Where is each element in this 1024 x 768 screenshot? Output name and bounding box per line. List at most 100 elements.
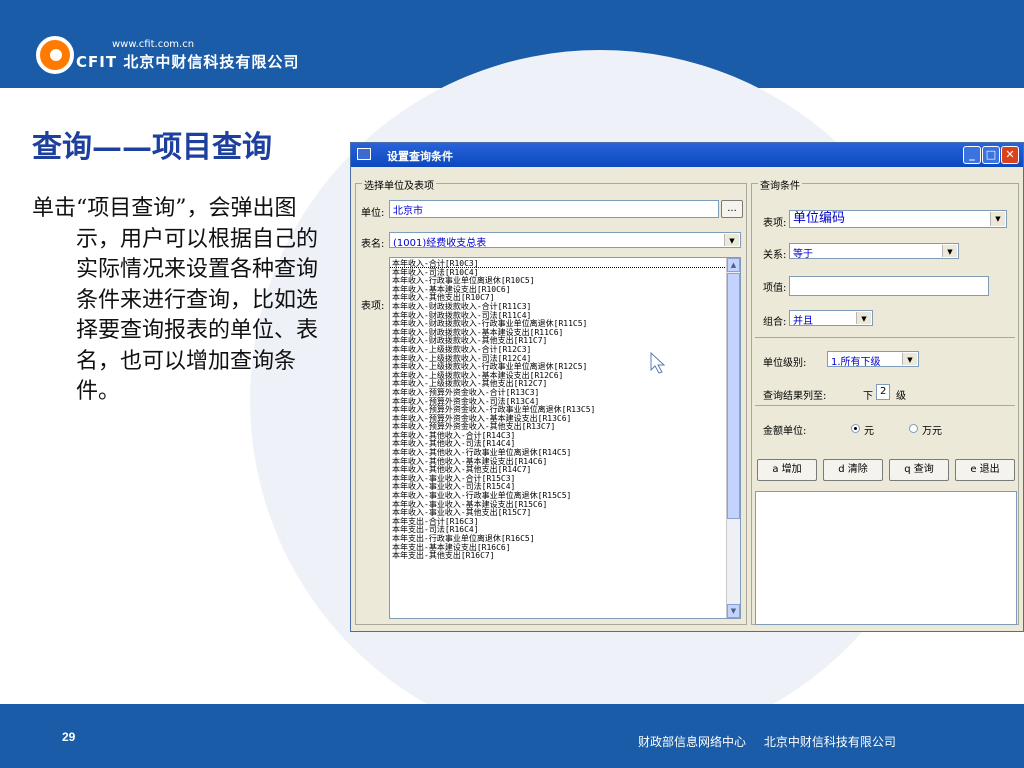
list-item[interactable]: 本年收入-上级拨款收入-其他支出[R12C7]	[390, 378, 740, 388]
unit-browse-button[interactable]: ...	[721, 200, 743, 218]
list-item[interactable]: 本年支出-基本建设支出[R16C6]	[390, 542, 740, 552]
list-item[interactable]: 本年收入-其他收入-行政事业单位离退休[R14C5]	[390, 447, 740, 457]
list-item[interactable]: 本年收入-上级拨款收入-行政事业单位离退休[R12C5]	[390, 361, 740, 371]
list-item[interactable]: 本年收入-上级拨款收入-司法[R12C4]	[390, 353, 740, 363]
minimize-button[interactable]: _	[963, 146, 981, 164]
list-item[interactable]: 本年收入-预算外资金收入-基本建设支出[R13C6]	[390, 413, 740, 423]
list-item[interactable]: 本年收入-合计[R10C3]	[390, 258, 740, 268]
list-item[interactable]: 本年收入-财政拨款收入-其他支出[R11C7]	[390, 335, 740, 345]
list-item[interactable]: 本年支出-行政事业单位离退休[R16C5]	[390, 533, 740, 543]
window-icon	[357, 148, 371, 160]
result-label: 查询结果列至:	[763, 391, 827, 402]
list-item[interactable]: 本年收入-财政拨款收入-合计[R11C3]	[390, 301, 740, 311]
result-level-input[interactable]: 2	[876, 384, 890, 400]
list-item[interactable]: 本年收入-事业收入-其他支出[R15C7]	[390, 507, 740, 517]
conditions-group-label: 查询条件	[758, 177, 802, 192]
unit-table-group-label: 选择单位及表项	[362, 177, 436, 192]
list-item[interactable]: 本年收入-事业收入-行政事业单位离退休[R15C5]	[390, 490, 740, 500]
unit-field[interactable]: 北京市	[389, 200, 719, 218]
value-input[interactable]	[789, 276, 989, 296]
table-label: 表名:	[361, 239, 385, 250]
relation-label: 关系:	[763, 250, 787, 261]
dialog-titlebar[interactable]: 设置查询条件 _ □ ✕	[351, 143, 1023, 167]
maximize-button[interactable]: □	[982, 146, 1000, 164]
list-item[interactable]: 本年收入-事业收入-司法[R15C4]	[390, 481, 740, 491]
list-item[interactable]: 本年支出-合计[R16C3]	[390, 516, 740, 526]
chevron-down-icon[interactable]: ▼	[990, 212, 1005, 226]
items-list: 本年收入-合计[R10C3] 本年收入-司法[R10C4] 本年收入-行政事业单位离…	[390, 258, 740, 560]
money-unit-label: 金额单位:	[763, 426, 807, 437]
dialog-title: 设置查询条件	[387, 150, 453, 163]
level-label: 单位级别:	[763, 358, 807, 369]
body-paragraph: 单击“项目查询”，会弹出图示，用户可以根据自己的实际情况来设置各种查询条件来进行…	[32, 196, 319, 405]
chevron-down-icon[interactable]: ▼	[942, 245, 957, 257]
radio-yuan[interactable]	[851, 424, 860, 433]
add-button[interactable]: a 增加	[757, 459, 817, 481]
combine-label: 组合:	[763, 317, 787, 328]
chevron-down-icon[interactable]: ▼	[856, 312, 871, 324]
table-select-value: (1001)经费收支总表	[393, 238, 487, 248]
divider	[755, 337, 1015, 338]
chevron-down-icon[interactable]: ▼	[902, 353, 917, 365]
relation-select[interactable]: 等于 ▼	[789, 243, 959, 259]
logo-mark: CFIT	[76, 53, 118, 71]
list-item[interactable]: 本年收入-其他支出[R10C7]	[390, 292, 740, 302]
footer-org2: 北京中财信科技有限公司	[763, 735, 896, 749]
list-item[interactable]: 本年收入-预算外资金收入-行政事业单位离退休[R13C5]	[390, 404, 740, 414]
scroll-thumb[interactable]	[727, 273, 740, 519]
level-select-value: 1.所有下级	[831, 357, 881, 367]
chevron-down-icon[interactable]: ▼	[724, 234, 739, 246]
exit-button[interactable]: e 退出	[955, 459, 1015, 481]
company-name: CFIT 北京中财信科技有限公司	[76, 51, 299, 72]
scroll-down-icon[interactable]: ▼	[727, 604, 740, 618]
list-item[interactable]: 本年收入-其他收入-其他支出[R14C7]	[390, 464, 740, 474]
footer-org1: 财政部信息网络中心	[638, 735, 747, 749]
relation-select-value: 等于	[793, 249, 813, 259]
items-listbox[interactable]: 本年收入-合计[R10C3] 本年收入-司法[R10C4] 本年收入-行政事业单位离…	[389, 257, 741, 619]
mouse-cursor-icon	[650, 352, 666, 374]
page-number: 29	[62, 730, 76, 744]
list-item[interactable]: 本年收入-其他收入-合计[R14C3]	[390, 430, 740, 440]
slide-body: 单击“项目查询”，会弹出图示，用户可以根据自己的实际情况来设置各种查询条件来进行…	[32, 194, 334, 408]
list-item[interactable]: 本年支出-司法[R16C4]	[390, 524, 740, 534]
radio-yuan-label: 元	[864, 426, 874, 437]
item-select[interactable]: 单位编码 ▼	[789, 210, 1007, 228]
list-item[interactable]: 本年收入-财政拨款收入-司法[R11C4]	[390, 310, 740, 320]
list-item[interactable]: 本年收入-预算外资金收入-合计[R13C3]	[390, 387, 740, 397]
level-select[interactable]: 1.所有下级 ▼	[827, 351, 919, 367]
clear-button[interactable]: d 清除	[823, 459, 883, 481]
list-item[interactable]: 本年收入-上级拨款收入-基本建设支出[R12C6]	[390, 370, 740, 380]
query-button[interactable]: q 查询	[889, 459, 949, 481]
slide-title: 查询——项目查询	[32, 130, 272, 165]
combine-select[interactable]: 并且 ▼	[789, 310, 873, 326]
list-item[interactable]: 本年收入-基本建设支出[R10C6]	[390, 284, 740, 294]
listbox-scrollbar[interactable]: ▲ ▼	[726, 258, 740, 618]
combine-select-value: 并且	[793, 316, 813, 326]
list-item[interactable]: 本年收入-上级拨款收入-合计[R12C3]	[390, 344, 740, 354]
divider	[755, 405, 1015, 406]
result-prefix: 下	[863, 391, 873, 402]
radio-wanyuan[interactable]	[909, 424, 918, 433]
item-select-value: 单位编码	[793, 211, 846, 226]
conditions-list[interactable]	[755, 491, 1017, 625]
list-item[interactable]: 本年支出-其他支出[R16C7]	[390, 550, 740, 560]
logo-url: www.cfit.com.cn	[112, 39, 195, 50]
query-dialog: 设置查询条件 _ □ ✕ 选择单位及表项 单位: 北京市 ... 表名: (10…	[350, 142, 1024, 632]
result-suffix: 级	[896, 391, 906, 402]
list-item[interactable]: 本年收入-财政拨款收入-基本建设支出[R11C6]	[390, 327, 740, 337]
list-item[interactable]: 本年收入-预算外资金收入-司法[R13C4]	[390, 396, 740, 406]
list-item[interactable]: 本年收入-行政事业单位离退休[R10C5]	[390, 275, 740, 285]
value-label: 项值:	[763, 283, 787, 294]
close-button[interactable]: ✕	[1001, 146, 1019, 164]
scroll-up-icon[interactable]: ▲	[727, 258, 740, 272]
list-item[interactable]: 本年收入-其他收入-司法[R14C4]	[390, 438, 740, 448]
footer-text: 财政部信息网络中心 北京中财信科技有限公司	[638, 733, 896, 750]
items-label: 表项:	[361, 301, 385, 312]
list-item[interactable]: 本年收入-司法[R10C4]	[390, 267, 740, 277]
list-item[interactable]: 本年收入-事业收入-合计[R15C3]	[390, 473, 740, 483]
radio-wanyuan-label: 万元	[922, 426, 942, 437]
unit-label: 单位:	[361, 208, 385, 219]
company-name-text: 北京中财信科技有限公司	[123, 53, 300, 71]
table-select[interactable]: (1001)经费收支总表 ▼	[389, 232, 741, 248]
list-item[interactable]: 本年收入-财政拨款收入-行政事业单位离退休[R11C5]	[390, 318, 740, 328]
